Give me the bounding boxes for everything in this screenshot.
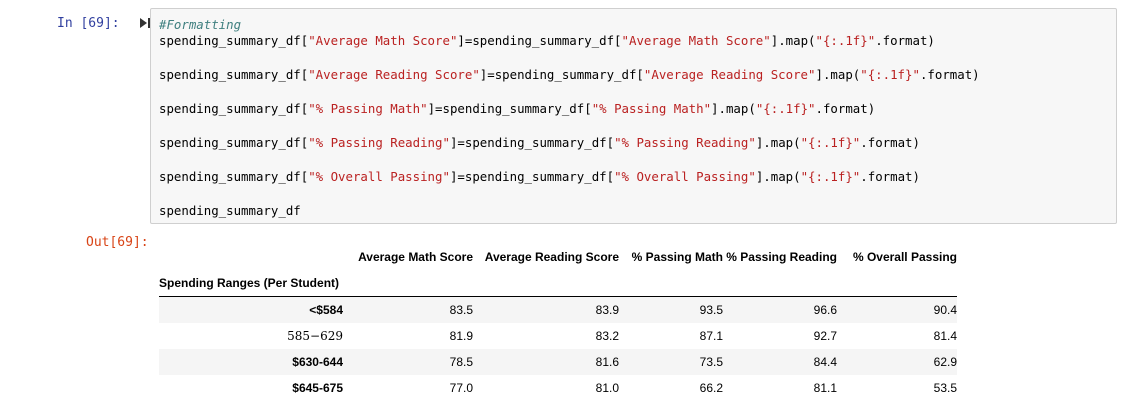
table-cell: 92.7 (813, 329, 837, 343)
table-cell: 77.0 (449, 381, 473, 395)
blank-header (159, 244, 357, 270)
blank-header (723, 270, 837, 297)
code-block: #Formatting spending_summary_df["Average… (159, 17, 980, 219)
table-cell: 83.9 (595, 303, 619, 317)
row-label: <$584 (309, 303, 343, 317)
table-cell: 90.4 (933, 303, 957, 317)
code-line: spending_summary_df (159, 203, 301, 218)
table-cell: 81.4 (933, 329, 957, 343)
table-cell: 78.5 (449, 355, 473, 369)
table-cell: 81.1 (813, 381, 837, 395)
out-prompt: Out[69]: (86, 235, 149, 250)
column-header: % Passing Reading (726, 250, 837, 264)
table-row: 585−629 81.9 83.2 87.1 92.7 81.4 (159, 323, 957, 349)
table-cell: 87.1 (699, 329, 723, 343)
table-cell: 81.6 (595, 355, 619, 369)
table-row: $645-675 77.0 81.0 66.2 81.1 53.5 (159, 375, 957, 401)
code-comment: #Formatting (159, 17, 242, 32)
table-cell: 62.9 (933, 355, 957, 369)
index-name: Spending Ranges (Per Student) (159, 270, 357, 297)
code-line: spending_summary_df["% Overall Passing"]… (159, 169, 920, 184)
row-label: 585−629 (287, 329, 343, 343)
table-cell: 96.6 (813, 303, 837, 317)
table-cell: 83.5 (449, 303, 473, 317)
table-cell: 93.5 (699, 303, 723, 317)
blank-header (619, 270, 723, 297)
column-header-row: Average Math Score Average Reading Score… (159, 244, 957, 270)
table-cell: 81.0 (595, 381, 619, 395)
column-header: % Passing Math (631, 250, 723, 264)
table-row: <$584 83.5 83.9 93.5 96.6 90.4 (159, 296, 957, 323)
table-row: $630-644 78.5 81.6 73.5 84.4 62.9 (159, 349, 957, 375)
table-cell: 53.5 (933, 381, 957, 395)
code-line: spending_summary_df["% Passing Math"]=sp… (159, 101, 876, 116)
blank-header (357, 270, 473, 297)
blank-header (473, 270, 619, 297)
table-cell: 83.2 (595, 329, 619, 343)
code-line: spending_summary_df["Average Reading Sco… (159, 67, 980, 82)
table-cell: 66.2 (699, 381, 723, 395)
column-header: Average Math Score (358, 250, 473, 264)
column-header: % Overall Passing (852, 250, 957, 264)
row-label: $630-644 (292, 355, 343, 369)
row-label: $645-675 (292, 381, 343, 395)
dataframe-table: Average Math Score Average Reading Score… (159, 244, 957, 401)
column-header: Average Reading Score (484, 250, 619, 264)
table-cell: 81.9 (449, 329, 473, 343)
code-input-area[interactable]: #Formatting spending_summary_df["Average… (150, 8, 1117, 224)
code-line: spending_summary_df["% Passing Reading"]… (159, 135, 920, 150)
index-name-row: Spending Ranges (Per Student) (159, 270, 957, 297)
in-prompt: In [69]: (57, 16, 120, 31)
table-cell: 84.4 (813, 355, 837, 369)
blank-header (837, 270, 957, 297)
code-line: spending_summary_df["Average Math Score"… (159, 33, 935, 48)
table-cell: 73.5 (699, 355, 723, 369)
